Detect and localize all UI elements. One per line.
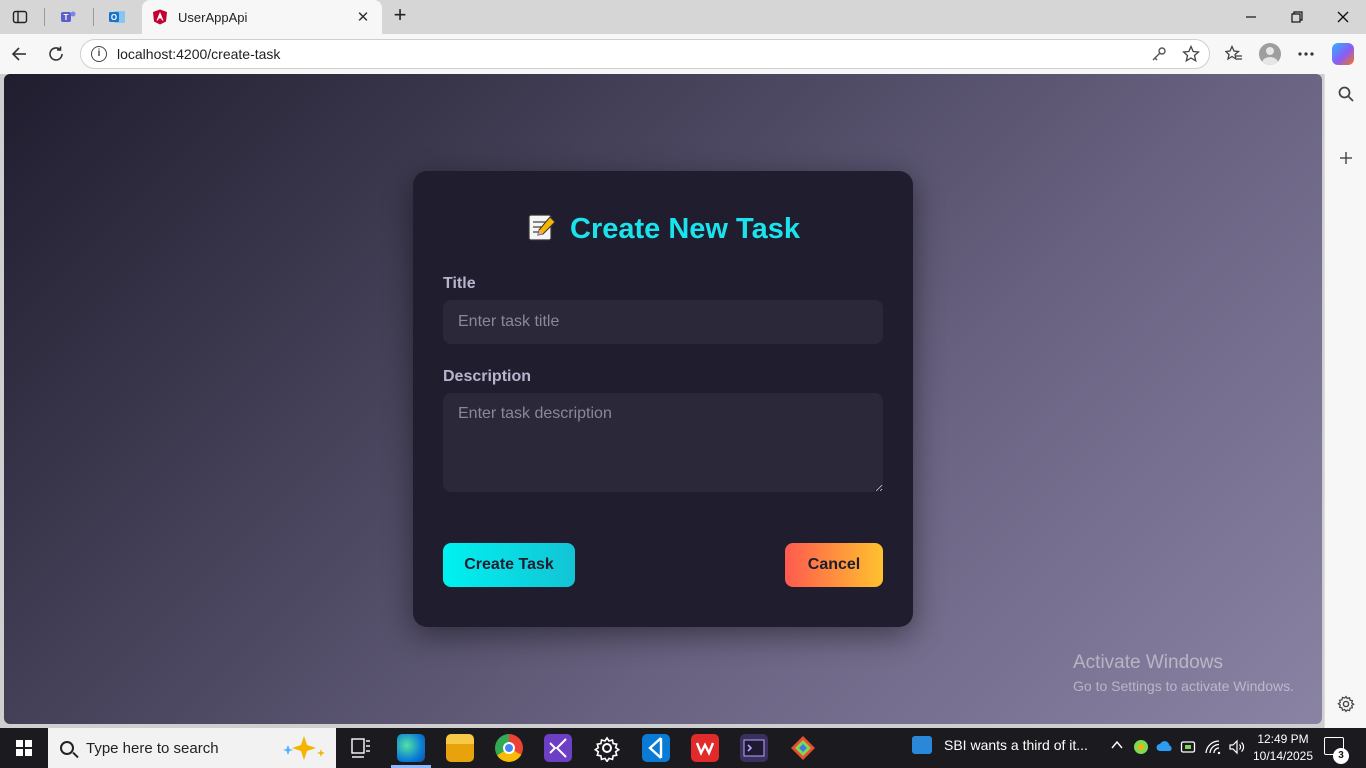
refresh-icon[interactable] [43, 42, 69, 66]
browser-toolbar: i localhost:4200/create-task [0, 34, 1366, 74]
memo-icon [528, 214, 556, 241]
taskbar-search-placeholder: Type here to search [86, 739, 219, 757]
sidebar-settings-icon[interactable] [1335, 695, 1357, 717]
teams-tab-icon[interactable]: T [54, 5, 82, 29]
start-button[interactable] [0, 728, 48, 768]
close-window-icon[interactable] [1320, 0, 1366, 34]
tab-separator [93, 8, 94, 26]
tab-actions-icon[interactable] [6, 5, 34, 29]
wifi-icon[interactable] [1204, 739, 1222, 758]
title-input[interactable] [443, 300, 883, 344]
clock-date: 10/14/2025 [1252, 749, 1314, 763]
notification-badge: 3 [1333, 748, 1349, 764]
page-viewport: Create New Task Title Description Create… [4, 74, 1322, 724]
site-info-icon[interactable]: i [91, 46, 107, 62]
activate-windows-title: Activate Windows [1073, 652, 1223, 673]
settings-icon[interactable] [593, 734, 621, 763]
visual-studio-icon[interactable] [544, 734, 572, 762]
tab-separator [44, 8, 45, 26]
sidebar-search-icon[interactable] [1335, 85, 1357, 107]
description-label: Description [443, 368, 532, 385]
task-view-icon[interactable] [347, 736, 373, 760]
address-bar[interactable]: i localhost:4200/create-task [80, 39, 1210, 69]
browser-sidebar [1324, 74, 1366, 728]
outlook-tab-icon[interactable]: O [103, 5, 131, 29]
chrome-icon[interactable] [495, 734, 523, 762]
clock-time: 12:49 PM [1257, 732, 1309, 746]
cancel-button[interactable]: Cancel [785, 543, 883, 587]
active-tab[interactable]: UserAppApi ✕ [142, 0, 382, 34]
news-widget[interactable]: SBI wants a third of it... [912, 736, 1088, 754]
tab-title: UserAppApi [178, 9, 248, 25]
profile-avatar[interactable] [1258, 42, 1282, 66]
volume-icon[interactable] [1228, 739, 1246, 758]
svg-text:O: O [111, 13, 117, 22]
favorites-icon[interactable] [1222, 42, 1246, 66]
create-task-card: Create New Task Title Description Create… [413, 171, 913, 627]
edge-taskbar-icon[interactable] [397, 734, 425, 762]
windows-taskbar: Type here to search SBI wants a third of… [0, 728, 1366, 768]
back-arrow-icon[interactable] [6, 42, 32, 66]
git-tool-icon[interactable] [789, 734, 817, 762]
search-icon [60, 741, 74, 755]
browser-tab-bar: T O UserAppApi ✕ + [0, 0, 1366, 34]
activate-windows-subtitle: Go to Settings to activate Windows. [1073, 678, 1294, 694]
tab-close-icon[interactable]: ✕ [354, 8, 372, 26]
page-title-text: Create New Task [570, 213, 800, 245]
windows-logo-icon [16, 740, 32, 756]
activate-windows-watermark: Activate Windows Go to Settings to activ… [1073, 652, 1294, 694]
more-options-icon[interactable] [1294, 42, 1318, 66]
onedrive-icon[interactable] [1156, 740, 1174, 755]
avatar-icon [1259, 43, 1281, 65]
new-tab-button[interactable]: + [388, 4, 412, 28]
minimize-icon[interactable] [1228, 0, 1274, 34]
favorite-star-icon[interactable] [1181, 44, 1201, 63]
key-icon[interactable] [1150, 46, 1168, 64]
taskbar-clock[interactable]: 12:49 PM 10/14/2025 [1252, 731, 1314, 765]
wps-office-icon[interactable] [691, 734, 719, 762]
restore-icon[interactable] [1274, 0, 1320, 34]
terminal-icon[interactable] [740, 734, 768, 762]
address-url: localhost:4200/create-task [117, 46, 281, 62]
vscode-icon[interactable] [642, 734, 670, 762]
tray-overflow-chevron-icon[interactable] [1110, 738, 1124, 755]
taskbar-search[interactable]: Type here to search [48, 728, 336, 768]
search-highlight-icon [283, 736, 325, 760]
file-explorer-icon[interactable] [446, 734, 474, 762]
title-label: Title [443, 275, 476, 292]
tray-app-icon[interactable] [1133, 739, 1149, 758]
angular-favicon-icon [153, 9, 167, 25]
copilot-button[interactable] [1331, 42, 1355, 66]
copilot-icon [1332, 43, 1354, 65]
sidebar-add-icon[interactable] [1335, 149, 1357, 171]
page-title: Create New Task [413, 211, 913, 246]
description-textarea[interactable] [443, 393, 883, 492]
svg-text:T: T [64, 13, 69, 22]
create-task-button[interactable]: Create Task [443, 543, 575, 587]
security-tray-icon[interactable] [1180, 739, 1196, 758]
news-headline: SBI wants a third of it... [944, 737, 1088, 753]
news-icon [912, 736, 932, 754]
